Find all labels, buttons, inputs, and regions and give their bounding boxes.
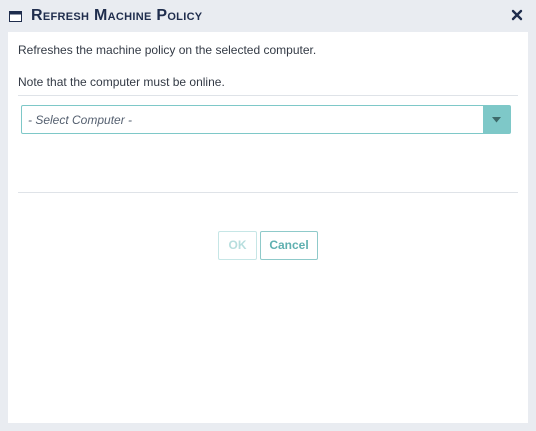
dropdown-toggle[interactable]: [483, 106, 510, 133]
cancel-button[interactable]: Cancel: [260, 231, 318, 260]
description-text: Refreshes the machine policy on the sele…: [18, 43, 317, 57]
ok-button[interactable]: OK: [218, 231, 257, 260]
divider: [18, 192, 518, 193]
dialog-titlebar: Refresh Machine Policy: [0, 0, 536, 32]
computer-select-value: - Select Computer -: [28, 113, 133, 127]
divider: [18, 95, 518, 96]
dialog-body: Refreshes the machine policy on the sele…: [8, 32, 528, 423]
refresh-machine-policy-dialog: Refresh Machine Policy Refreshes the mac…: [0, 0, 536, 431]
computer-select[interactable]: - Select Computer -: [21, 105, 511, 134]
chevron-down-icon: [492, 117, 501, 123]
note-text: Note that the computer must be online.: [18, 75, 225, 89]
close-icon[interactable]: [508, 6, 526, 24]
window-icon: [9, 9, 22, 22]
dialog-title: Refresh Machine Policy: [31, 7, 203, 24]
